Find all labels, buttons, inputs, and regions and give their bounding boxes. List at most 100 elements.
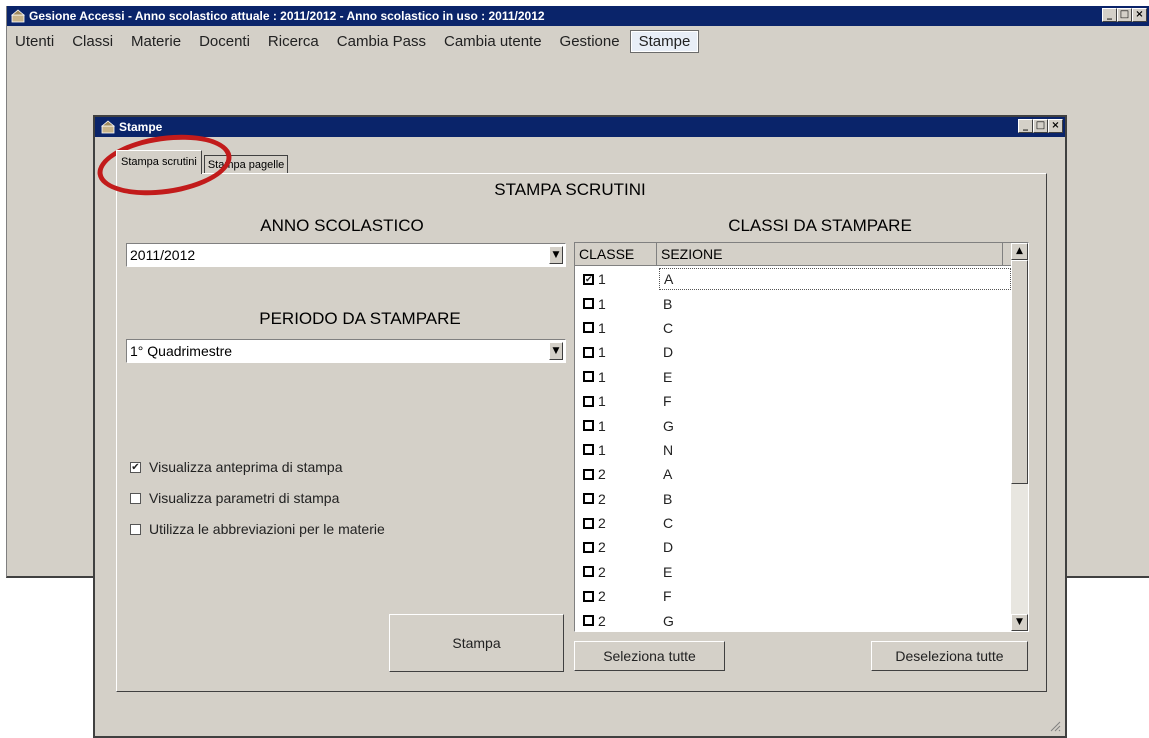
classi-grid[interactable]: CLASSE SEZIONE ✔ 1 A 1 B 1 C 1 D 1 E 1 F 1 G 1 N 2 A 2 B 2 C 2 D… [574,242,1029,632]
option-parametri[interactable]: Visualizza parametri di stampa [130,490,339,506]
table-row[interactable]: ✔ 1 A [575,267,1011,291]
minimize-button[interactable]: _ [1102,8,1117,22]
row-checkbox[interactable] [583,590,594,602]
table-row[interactable]: 1B [575,291,1011,315]
menu-stampe[interactable]: Stampe [629,29,700,53]
periodo-value: 1° Quadrimestre [130,343,233,359]
periodo-select[interactable]: 1° Quadrimestre ▼ [126,339,566,363]
row-checkbox[interactable] [583,322,594,334]
table-row[interactable]: 2C [575,511,1011,535]
chevron-down-icon[interactable]: ▼ [549,342,563,360]
close-button[interactable]: × [1048,119,1063,133]
table-row[interactable]: 2G [575,608,1011,631]
classi-heading: CLASSI DA STAMPARE [728,216,912,235]
classe-value: 2 [598,563,606,580]
sezione-value: C [663,515,674,532]
option-abbreviazioni[interactable]: Utilizza le abbreviazioni per le materie [130,521,385,537]
column-classe[interactable]: CLASSE [575,243,657,265]
table-row[interactable]: 2A [575,462,1011,486]
cell-classe: 1 [575,393,659,409]
table-row[interactable]: 1D [575,340,1011,364]
window-icon [101,120,115,134]
row-checkbox[interactable] [583,468,594,480]
panel-title: STAMPA SCRUTINI [494,180,646,199]
main-title: Gesione Accessi - Anno scolastico attual… [29,9,545,23]
sezione-value: N [663,441,674,458]
classe-value: 2 [598,588,606,605]
cell-classe: 1 [575,344,659,360]
row-checkbox[interactable]: ✔ [583,273,594,285]
row-checkbox[interactable] [583,371,594,383]
scroll-thumb[interactable] [1011,260,1028,484]
vertical-scrollbar[interactable]: ▲ ▼ [1011,243,1028,631]
table-row[interactable]: 2E [575,560,1011,584]
classe-value: 1 [598,319,606,336]
menu-classi[interactable]: Classi [64,31,121,52]
close-button[interactable]: × [1132,8,1147,22]
option-anteprima[interactable]: ✔ Visualizza anteprima di stampa [130,459,343,475]
menu-materie[interactable]: Materie [123,31,189,52]
checkbox-abbreviazioni[interactable] [130,523,141,535]
table-row[interactable]: 2F [575,584,1011,608]
table-row[interactable]: 2B [575,487,1011,511]
row-checkbox[interactable] [583,420,594,432]
row-checkbox[interactable] [583,444,594,456]
classe-value: 2 [598,466,606,483]
tab-stampa-scrutini[interactable]: Stampa scrutini [116,150,202,174]
periodo-heading: PERIODO DA STAMPARE [259,309,461,328]
row-checkbox[interactable] [583,541,594,553]
menu-cambia-utente[interactable]: Cambia utente [436,31,550,52]
sezione-value: C [663,319,674,336]
stampa-button[interactable]: Stampa [389,614,564,672]
maximize-button[interactable]: □ [1117,8,1132,22]
table-row[interactable]: 1F [575,389,1011,413]
sezione-value: B [663,490,673,507]
classe-value: 1 [598,417,606,434]
scroll-up-icon[interactable]: ▲ [1011,243,1028,260]
table-row[interactable]: 1G [575,413,1011,437]
classe-value: 1 [598,271,606,288]
classe-value: 2 [598,515,606,532]
classe-value: 1 [598,368,606,385]
seleziona-tutte-button[interactable]: Seleziona tutte [574,641,725,671]
anno-heading: ANNO SCOLASTICO [260,216,424,235]
cell-classe: 2 [575,613,659,629]
anno-scolastico-value: 2011/2012 [130,247,196,263]
row-checkbox[interactable] [583,346,594,358]
anno-scolastico-select[interactable]: 2011/2012 ▼ [126,243,566,267]
checkbox-parametri[interactable] [130,492,141,504]
menu-docenti[interactable]: Docenti [191,31,258,52]
menu-cambia-pass[interactable]: Cambia Pass [329,31,434,52]
tab-stampa-pagelle[interactable]: Stampa pagelle [203,155,289,174]
resize-grip-icon[interactable] [1049,720,1061,732]
table-row[interactable]: 1N [575,438,1011,462]
table-row[interactable]: 2D [575,535,1011,559]
main-titlebar[interactable]: Gesione Accessi - Anno scolastico attual… [7,6,1149,26]
chevron-down-icon[interactable]: ▼ [549,246,563,264]
option-abbreviazioni-label: Utilizza le abbreviazioni per le materie [149,521,385,537]
minimize-button[interactable]: _ [1018,119,1033,133]
stampe-titlebar[interactable]: Stampe _ □ × [95,117,1065,137]
row-checkbox[interactable] [583,395,594,407]
menu-gestione[interactable]: Gestione [552,31,628,52]
menu-utenti[interactable]: Utenti [7,31,62,52]
row-checkbox[interactable] [583,493,594,505]
row-checkbox[interactable] [583,517,594,529]
deseleziona-tutte-button[interactable]: Deseleziona tutte [871,641,1028,671]
classe-value: 1 [598,393,606,410]
grid-rows: ✔ 1 A 1 B 1 C 1 D 1 E 1 F 1 G 1 N 2 A 2 B 2 C 2 D 2 E 2 F 2 G [575,267,1011,631]
sezione-value: F [663,588,672,605]
scroll-down-icon[interactable]: ▼ [1011,614,1028,631]
row-checkbox[interactable] [583,566,594,578]
checkbox-anteprima[interactable]: ✔ [130,461,141,473]
menu-ricerca[interactable]: Ricerca [260,31,327,52]
stampe-window-controls: _ □ × [1018,119,1063,133]
table-row[interactable]: 1C [575,316,1011,340]
row-checkbox[interactable] [583,298,594,310]
column-sezione[interactable]: SEZIONE [657,243,1003,265]
table-row[interactable]: 1E [575,365,1011,389]
grid-header: CLASSE SEZIONE [575,243,1011,266]
row-checkbox[interactable] [583,615,594,627]
sezione-value: G [663,417,674,434]
maximize-button[interactable]: □ [1033,119,1048,133]
